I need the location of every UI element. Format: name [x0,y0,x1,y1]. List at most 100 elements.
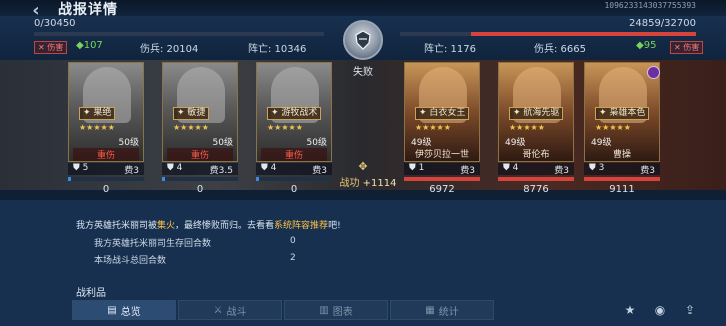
favorite-star-icon[interactable]: ★ [620,300,640,320]
summary-middle: ，最终惨败而归。去看看 [175,221,275,231]
hero-level: 50级 [118,138,139,148]
tab-overview-label: 总览 [120,306,141,318]
hero-name: 伊莎贝拉一世 [414,150,469,160]
hero-skill-name: 果绝 [93,108,112,118]
ally-survival-rounds-value: 0 [290,236,296,246]
ally-damage-tag[interactable]: ✕ 伤害 [34,41,68,54]
hero-troops-row: ⛊ 3 费3 [584,163,660,176]
enemy-commander-avatar[interactable] [647,66,660,79]
hero-troop-bar [404,177,480,181]
troop-count: ⛊ 5 [73,163,89,173]
enemy-damage-tag[interactable]: ✕ 伤害 [670,41,704,54]
summary-highlight-focus: 集火 [157,221,176,231]
hero-cost: 费3 [124,166,139,176]
summary-suffix: 吧! [328,221,341,231]
enemy-morale: ◆95 [636,40,657,51]
hero-status: 重伤 [261,148,327,161]
hero-troops-row: ⛊ 1 费3 [404,163,480,176]
our-hero-card[interactable]: ✦ 游牧战术 ★★★★★ 50级 重伤 [256,62,332,162]
troop-count: ⛊ 1 [409,163,425,173]
troop-count-value: 1 [418,163,425,173]
hero-stars: ★★★★★ [415,123,451,132]
share-icon[interactable]: ⇪ [680,300,700,320]
troop-count-value: 4 [512,163,519,173]
hero-stars: ★★★★★ [267,123,303,132]
battle-result: 失败 [353,67,373,78]
hero-status: 重伤 [73,148,139,161]
hero-skill-name: 游牧战术 [281,108,318,118]
hero-cost: 费3.5 [209,166,233,176]
hero-level: 50级 [212,138,233,148]
tab-chart[interactable]: ▥ 图表 [284,300,388,320]
hero-name: 哥伦布 [522,150,550,160]
defeat-emblem-icon [343,20,383,60]
ally-hp-bar [34,32,324,36]
laurel-icon: ✥ [358,160,368,173]
hero-troop-bar [256,177,332,181]
troop-count-value: 3 [598,163,605,173]
hero-level: 50级 [306,138,327,148]
spoils-heading: 战利品 [76,288,106,299]
ally-wounded: 伤兵: 20104 [140,44,199,55]
hero-troops-row: ⛊ 4 费3 [498,163,574,176]
location-pin-icon[interactable]: ◉ [650,300,670,320]
tab-chart-label: 图表 [332,306,353,318]
troop-count-value: 4 [270,163,277,173]
hero-stars: ★★★★★ [173,123,209,132]
hero-skill-label: ✦ 游牧战术 [267,107,322,120]
hero-remaining-troops: 8776 [523,184,549,195]
enemy-dead: 阵亡: 1176 [424,44,476,55]
hero-skill-name: 航海先驱 [523,108,560,118]
ally-morale: ◆107 [76,40,103,51]
hero-troop-bar-fill [584,177,660,181]
hero-skill-label: ✦ 航海先驱 [509,107,564,120]
chart-icon: ▥ [319,304,329,316]
crossed-swords-icon: ⚔ [213,304,223,316]
hero-troop-bar-fill [498,177,574,181]
tab-battle[interactable]: ⚔ 战斗 [178,300,282,320]
troop-count: ⛊ 4 [167,163,183,173]
hero-troop-bar-fill [404,177,480,181]
hero-cost: 费3 [312,166,327,176]
war-merit-value: +1114 [362,178,397,189]
total-rounds-value: 2 [290,253,296,263]
enemy-hero-card[interactable]: ✦ 航海先驱 ★★★★★ 49级 哥伦布 [498,62,574,162]
ally-hp-text: 0/30450 [34,18,76,29]
hero-cost: 费3 [460,166,475,176]
hero-cost: 费3 [554,166,569,176]
hero-skill-label: ✦ 果绝 [79,107,116,120]
hero-stars: ★★★★★ [595,123,631,132]
tab-overview[interactable]: ▤ 总览 [72,300,176,320]
enemy-hp-fill [471,32,696,36]
hero-troop-bar-fill [256,177,260,181]
battle-summary-text: 我方英雄托米丽司被集火，最终惨败而归。去看看系统阵容推荐吧! [76,218,341,231]
helmet-icon [355,30,371,50]
hero-troop-bar-fill [68,177,72,181]
enemy-wounded: 伤兵: 6665 [534,44,586,55]
hero-troops-row: ⛊ 4 费3 [256,163,332,176]
our-hero-card[interactable]: ✦ 果绝 ★★★★★ 50级 重伤 [68,62,144,162]
troop-count-value: 5 [82,163,89,173]
our-hero-card[interactable]: ✦ 敏捷 ★★★★★ 50级 重伤 [162,62,238,162]
tab-stats[interactable]: ▦ 统计 [390,300,494,320]
hero-status: 重伤 [167,148,233,161]
hero-skill-label: ✦ 枭雄本色 [595,107,650,120]
ally-survival-rounds-label: 我方英雄托米丽司生存回合数 [94,239,212,249]
hero-skill-name: 白衣女王 [429,108,466,118]
enemy-damage-tag-label: 伤害 [683,43,700,52]
hero-troop-bar [68,177,144,181]
ally-morale-value: 107 [83,40,103,51]
hero-stars: ★★★★★ [509,123,545,132]
hero-remaining-troops: 0 [290,184,298,195]
report-id: 1096233143037755393 [604,1,696,10]
enemy-hp-text: 24859/32700 [629,18,696,29]
hero-cost: 费3 [640,166,655,176]
ally-dead: 阵亡: 10346 [248,44,307,55]
hero-troops-row: ⛊ 4 费3.5 [162,163,238,176]
hero-remaining-troops: 0 [196,184,204,195]
hero-troop-bar [498,177,574,181]
recommend-lineup-link[interactable]: 系统阵容推荐 [274,221,328,231]
enemy-hero-card[interactable]: ✦ 白衣女王 ★★★★★ 49级 伊莎贝拉一世 [404,62,480,162]
troop-count: ⛊ 4 [503,163,519,173]
summary-prefix: 我方英雄托米丽司被 [76,221,158,231]
